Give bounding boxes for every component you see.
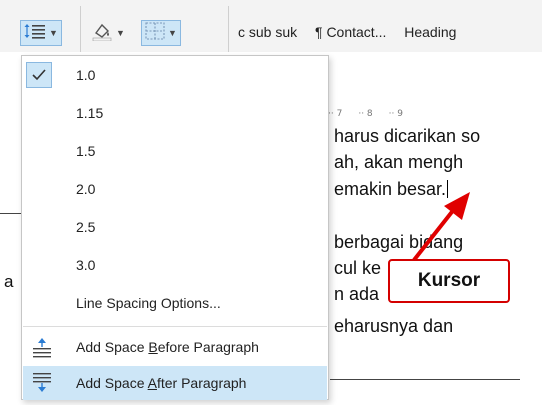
- menu-item-spacing[interactable]: 2.5: [23, 210, 327, 244]
- menu-divider: [23, 326, 327, 327]
- label-part: Add Space: [76, 375, 148, 391]
- style-item[interactable]: c sub suk: [238, 24, 297, 40]
- menu-item-label: 1.5: [76, 143, 96, 159]
- menu-item-label: 2.0: [76, 181, 96, 197]
- accelerator-key: A: [147, 375, 157, 391]
- ruler-tick: 8: [366, 109, 373, 119]
- menu-item-spacing[interactable]: 1.15: [23, 96, 327, 130]
- document-line: eharusnya dan: [334, 316, 454, 336]
- document-line: cul ke: [334, 258, 382, 278]
- ribbon-divider: [228, 6, 229, 52]
- line-spacing-menu: 1.0 1.15 1.5 2.0 2.5 3.0 Line Spacing Op…: [21, 55, 329, 400]
- ruler: ·· 7 ·· 8 ·· 9: [328, 109, 403, 119]
- chevron-down-icon: ▼: [49, 28, 58, 38]
- kursor-callout: Kursor: [388, 259, 510, 303]
- document-rule: [330, 379, 520, 380]
- add-space-after-item[interactable]: Add Space After Paragraph: [23, 366, 327, 400]
- line-spacing-button[interactable]: ▼: [20, 20, 62, 46]
- add-space-before-item[interactable]: Add Space Before Paragraph: [23, 330, 327, 364]
- document-line: harus dicarikan so: [334, 126, 481, 146]
- menu-item-spacing[interactable]: 1.0: [23, 58, 327, 92]
- label-part: Add Space: [76, 339, 149, 355]
- label-part: efore Paragraph: [157, 339, 259, 355]
- style-item[interactable]: Heading: [404, 24, 456, 40]
- borders-icon: [145, 21, 165, 45]
- menu-item-label: 1.0: [76, 67, 96, 83]
- add-space-after-icon: [31, 372, 53, 397]
- document-line: n ada: [334, 284, 380, 304]
- document-rule: [0, 213, 22, 214]
- document-text: a: [4, 272, 14, 291]
- chevron-down-icon: ▼: [168, 28, 177, 38]
- menu-item-spacing[interactable]: 2.0: [23, 172, 327, 206]
- document-line: ah, akan mengh: [334, 152, 464, 172]
- shading-icon: [91, 21, 113, 46]
- arrow-icon: [412, 192, 470, 262]
- style-item[interactable]: ¶ Contact...: [315, 24, 386, 40]
- line-spacing-options-item[interactable]: Line Spacing Options...: [23, 286, 327, 320]
- menu-item-label: 1.15: [76, 105, 104, 121]
- add-space-before-icon: [31, 336, 53, 361]
- shading-button[interactable]: ▼: [88, 20, 128, 46]
- borders-button[interactable]: ▼: [141, 20, 181, 46]
- ruler-tick: 9: [397, 109, 403, 119]
- menu-item-label: 3.0: [76, 257, 96, 273]
- menu-item-label: 2.5: [76, 219, 96, 235]
- label-part: fter Paragraph: [156, 375, 247, 391]
- menu-item-label: Add Space Before Paragraph: [76, 339, 259, 355]
- accelerator-key: B: [148, 339, 158, 355]
- chevron-down-icon: ▼: [116, 28, 125, 38]
- menu-item-label: Line Spacing Options...: [76, 295, 221, 311]
- menu-item-spacing[interactable]: 1.5: [23, 134, 327, 168]
- checkmark-icon: [26, 62, 52, 88]
- menu-item-label: Add Space After Paragraph: [76, 375, 246, 391]
- ribbon: ▼ ▼ ▼ c sub suk ¶ Contact... Heading: [0, 0, 542, 53]
- line-spacing-icon: [24, 22, 46, 45]
- ribbon-divider: [80, 6, 81, 52]
- menu-item-spacing[interactable]: 3.0: [23, 248, 327, 282]
- ruler-tick: 7: [336, 109, 343, 119]
- styles-gallery: c sub suk ¶ Contact... Heading: [238, 24, 470, 40]
